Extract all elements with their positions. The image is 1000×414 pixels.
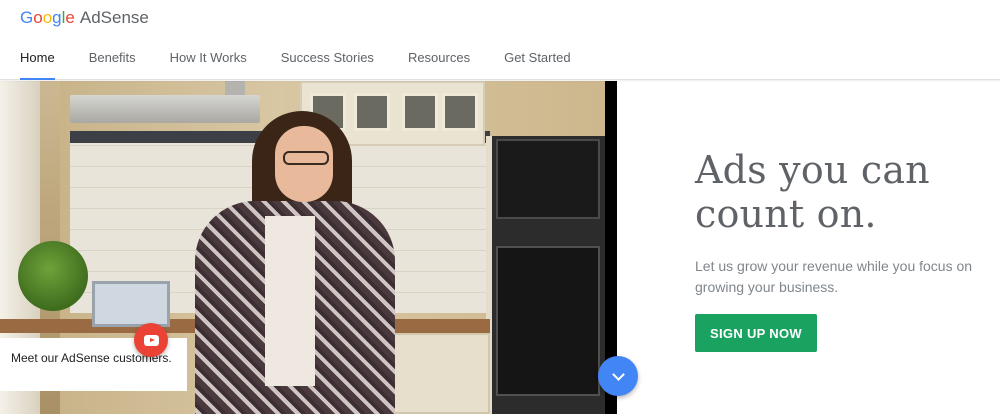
- google-letter: o: [33, 8, 43, 27]
- glasses: [283, 151, 329, 165]
- site-header: Google AdSense Home Benefits How It Work…: [0, 0, 1000, 80]
- google-letter: G: [20, 8, 34, 27]
- sign-up-button[interactable]: SIGN UP NOW: [695, 314, 817, 352]
- nav-item-benefits[interactable]: Benefits: [89, 44, 136, 80]
- google-letter: g: [52, 8, 62, 27]
- hero-headline: Ads you can count on.: [695, 148, 930, 236]
- cabinet-glass: [402, 93, 438, 131]
- product-name: AdSense: [79, 8, 149, 27]
- hero-subtext: Let us grow your revenue while you focus…: [695, 258, 973, 295]
- nav-item-how-it-works[interactable]: How It Works: [170, 44, 247, 80]
- main-nav: Home Benefits How It Works Success Stori…: [0, 44, 605, 80]
- nav-item-resources[interactable]: Resources: [408, 44, 470, 80]
- play-video-button[interactable]: [134, 323, 168, 357]
- range-hood: [70, 95, 260, 123]
- hero-video[interactable]: Meet our AdSense customers.: [0, 81, 617, 414]
- plant: [18, 241, 88, 311]
- microwave: [496, 139, 600, 219]
- youtube-play-icon: [143, 334, 159, 346]
- scroll-down-button[interactable]: [598, 356, 638, 396]
- oven-door: [496, 246, 600, 396]
- google-wordmark: Google: [20, 8, 75, 28]
- laptop: [92, 281, 170, 327]
- nav-item-get-started[interactable]: Get Started: [504, 44, 570, 80]
- nav-item-home[interactable]: Home: [20, 44, 55, 80]
- cabinet-glass: [354, 93, 390, 131]
- google-letter: o: [42, 8, 53, 27]
- person-shirt: [265, 216, 315, 386]
- cabinet-glass: [442, 93, 478, 131]
- lower-cabinet: [380, 333, 490, 414]
- chevron-down-icon: [611, 367, 625, 381]
- nav-item-success-stories[interactable]: Success Stories: [281, 44, 374, 80]
- google-letter: e: [65, 8, 75, 27]
- adsense-logo[interactable]: Google AdSense: [20, 8, 149, 30]
